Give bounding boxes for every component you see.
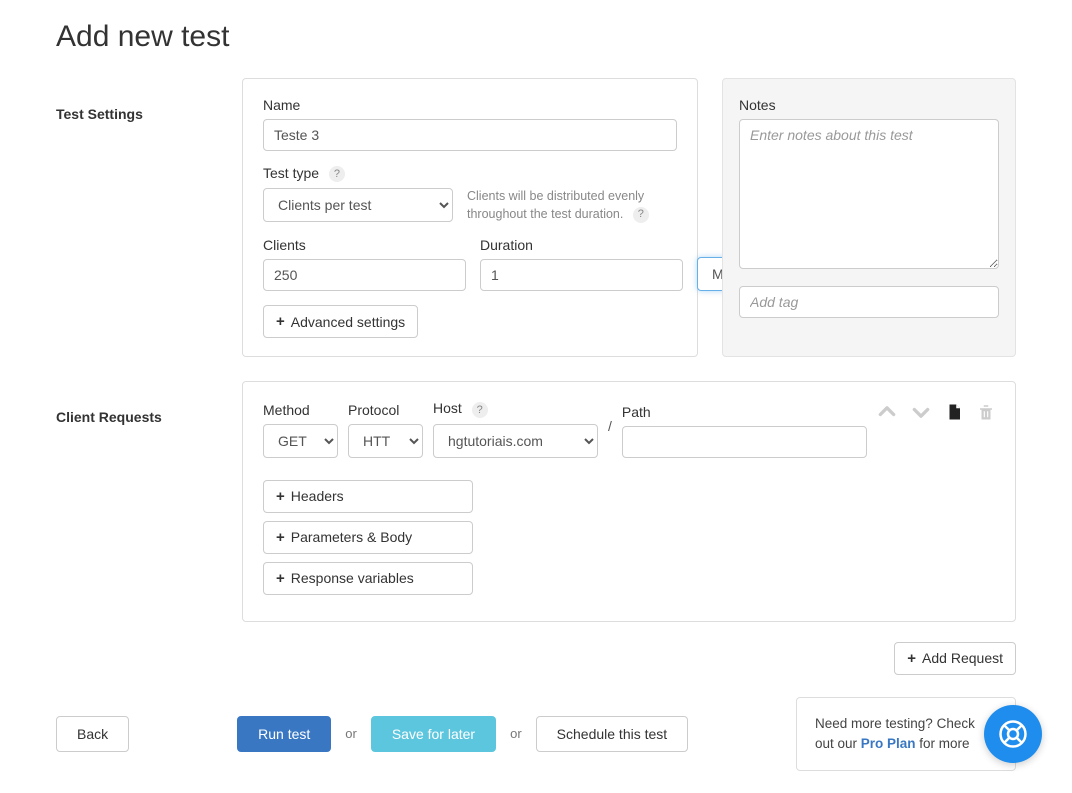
section-label-test-settings: Test Settings	[56, 78, 218, 357]
host-select[interactable]: hgtutoriais.com	[433, 424, 598, 458]
page-title: Add new test	[56, 20, 1016, 54]
save-for-later-button[interactable]: Save for later	[371, 716, 496, 752]
trash-icon[interactable]	[977, 402, 995, 422]
plus-icon: +	[276, 488, 285, 505]
notes-panel: Notes	[722, 78, 1016, 357]
duration-label: Duration	[480, 237, 683, 253]
clients-input[interactable]	[263, 259, 466, 291]
help-fab[interactable]	[984, 705, 1042, 763]
client-requests-panel: Method GET Protocol HTT Host ? hgtutoria…	[242, 381, 1016, 621]
test-settings-panel: Name Test type ? Clients per test Client…	[242, 78, 698, 357]
help-icon[interactable]: ?	[329, 166, 345, 182]
host-label: Host ?	[433, 400, 598, 417]
clients-label: Clients	[263, 237, 466, 253]
plus-icon: +	[276, 570, 285, 587]
test-type-hint: Clients will be distributed evenly throu…	[467, 188, 677, 223]
or-text: or	[345, 726, 357, 741]
or-text: or	[510, 726, 522, 741]
run-test-button[interactable]: Run test	[237, 716, 331, 752]
method-select[interactable]: GET	[263, 424, 338, 458]
test-type-select[interactable]: Clients per test	[263, 188, 453, 222]
lifebuoy-icon	[998, 719, 1028, 749]
name-input[interactable]	[263, 119, 677, 151]
notes-textarea[interactable]	[739, 119, 999, 269]
protocol-label: Protocol	[348, 402, 423, 418]
duration-input[interactable]	[480, 259, 683, 291]
help-icon[interactable]: ?	[472, 402, 488, 418]
pro-plan-link[interactable]: Pro Plan	[861, 736, 916, 751]
move-down-icon[interactable]	[911, 402, 931, 422]
section-label-client-requests: Client Requests	[56, 381, 218, 621]
name-label: Name	[263, 97, 677, 113]
schedule-test-button[interactable]: Schedule this test	[536, 716, 689, 752]
path-label: Path	[622, 404, 867, 420]
plus-icon: +	[276, 529, 285, 546]
add-request-button[interactable]: + Add Request	[894, 642, 1016, 675]
method-label: Method	[263, 402, 338, 418]
add-tag-input[interactable]	[739, 286, 999, 318]
path-slash: /	[608, 418, 612, 440]
parameters-body-button[interactable]: + Parameters & Body	[263, 521, 473, 554]
back-button[interactable]: Back	[56, 716, 129, 752]
help-icon[interactable]: ?	[633, 207, 649, 223]
path-input[interactable]	[622, 426, 867, 458]
promo-panel: Need more testing? Check out our Pro Pla…	[796, 697, 1016, 772]
plus-icon: +	[276, 313, 285, 330]
headers-button[interactable]: + Headers	[263, 480, 473, 513]
copy-icon[interactable]	[945, 402, 963, 422]
test-type-label: Test type ?	[263, 165, 677, 182]
response-variables-button[interactable]: + Response variables	[263, 562, 473, 595]
advanced-settings-button[interactable]: + Advanced settings	[263, 305, 418, 338]
protocol-select[interactable]: HTT	[348, 424, 423, 458]
plus-icon: +	[907, 650, 916, 667]
move-up-icon[interactable]	[877, 402, 897, 422]
notes-label: Notes	[739, 97, 999, 113]
